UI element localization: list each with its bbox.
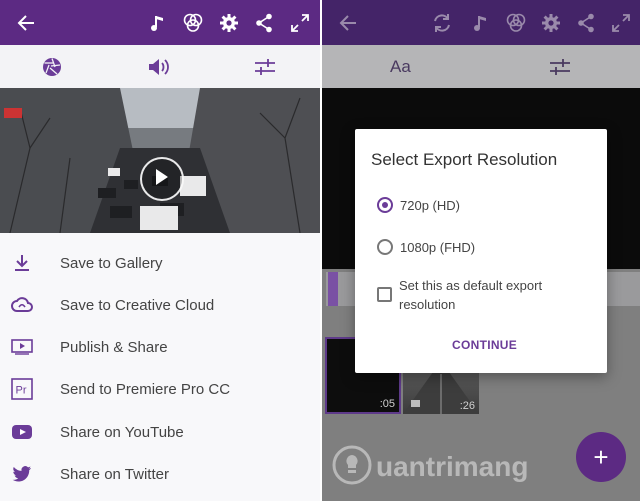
radio-1080p[interactable] [377, 239, 393, 255]
premiere-pro-icon: Pr [9, 376, 35, 402]
top-toolbar-dimmed [322, 0, 640, 45]
youtube-icon [9, 419, 35, 445]
rotate-icon [430, 11, 454, 35]
checkbox-label-line2[interactable]: resolution [399, 297, 455, 312]
music-note-icon [469, 11, 493, 35]
menu-item-label: Send to Premiere Pro CC [60, 380, 231, 398]
tool-tabs-bar-dimmed: Aa [322, 45, 640, 88]
menu-item-label: Share on Twitter [60, 465, 169, 483]
color-filter-icon [504, 11, 528, 35]
left-screen: Save to Gallery Save to Creative Cloud P… [0, 0, 320, 501]
download-icon [9, 250, 35, 276]
back-arrow-icon [336, 11, 360, 35]
clip-duration: :05 [379, 398, 395, 410]
timeline-handle [328, 272, 338, 306]
music-note-icon[interactable] [146, 11, 170, 35]
volume-icon[interactable] [147, 56, 171, 78]
menu-item-publish-share[interactable]: Publish & Share [0, 326, 320, 368]
add-clip-button: + [576, 432, 626, 482]
menu-item-save-to-gallery[interactable]: Save to Gallery [0, 242, 320, 284]
export-resolution-dialog: Select Export Resolution 720p (HD) 1080p… [355, 129, 607, 373]
top-toolbar [0, 0, 320, 45]
checkbox-label-line1[interactable]: Set this as default export [399, 278, 542, 293]
menu-item-save-to-creative-cloud[interactable]: Save to Creative Cloud [0, 284, 320, 326]
twitter-icon [9, 461, 35, 487]
clip-duration: :26 [459, 400, 475, 412]
color-filter-icon[interactable] [181, 11, 205, 35]
continue-button[interactable]: CONTINUE [452, 338, 517, 352]
creative-cloud-icon [9, 292, 35, 318]
menu-item-label: Save to Gallery [60, 254, 163, 272]
adjustments-icon[interactable] [253, 56, 277, 78]
menu-item-label: Share on YouTube [60, 423, 184, 441]
share-icon[interactable] [252, 11, 276, 35]
gear-icon[interactable] [217, 11, 241, 35]
menu-item-share-youtube[interactable]: Share on YouTube [0, 411, 320, 453]
menu-item-send-to-premiere[interactable]: Pr Send to Premiere Pro CC [0, 368, 320, 410]
expand-icon[interactable] [288, 11, 312, 35]
menu-item-label: Save to Creative Cloud [60, 296, 215, 314]
play-button[interactable] [140, 157, 184, 201]
watermark-text: uantrimang [376, 451, 529, 482]
menu-item-share-twitter[interactable]: Share on Twitter [0, 453, 320, 495]
svg-text:Pr: Pr [16, 385, 27, 397]
dialog-title: Select Export Resolution [371, 150, 558, 169]
radio-1080p-label[interactable]: 1080p (FHD) [400, 240, 475, 255]
tool-tabs-bar [0, 45, 320, 88]
share-icon [574, 11, 598, 35]
back-arrow-icon[interactable] [14, 11, 38, 35]
default-resolution-checkbox[interactable] [377, 287, 392, 302]
lightbulb-icon [332, 445, 372, 485]
radio-720p[interactable] [377, 197, 393, 213]
text-tool-tab: Aa [390, 57, 411, 76]
gear-icon [539, 11, 563, 35]
expand-icon [609, 11, 633, 35]
aperture-icon[interactable] [41, 56, 63, 78]
watermark-logo: uantrimang [332, 443, 552, 487]
menu-item-label: Publish & Share [60, 338, 168, 356]
publish-share-icon [9, 334, 35, 360]
radio-720p-label[interactable]: 720p (HD) [400, 198, 460, 213]
adjustments-icon [548, 56, 572, 78]
